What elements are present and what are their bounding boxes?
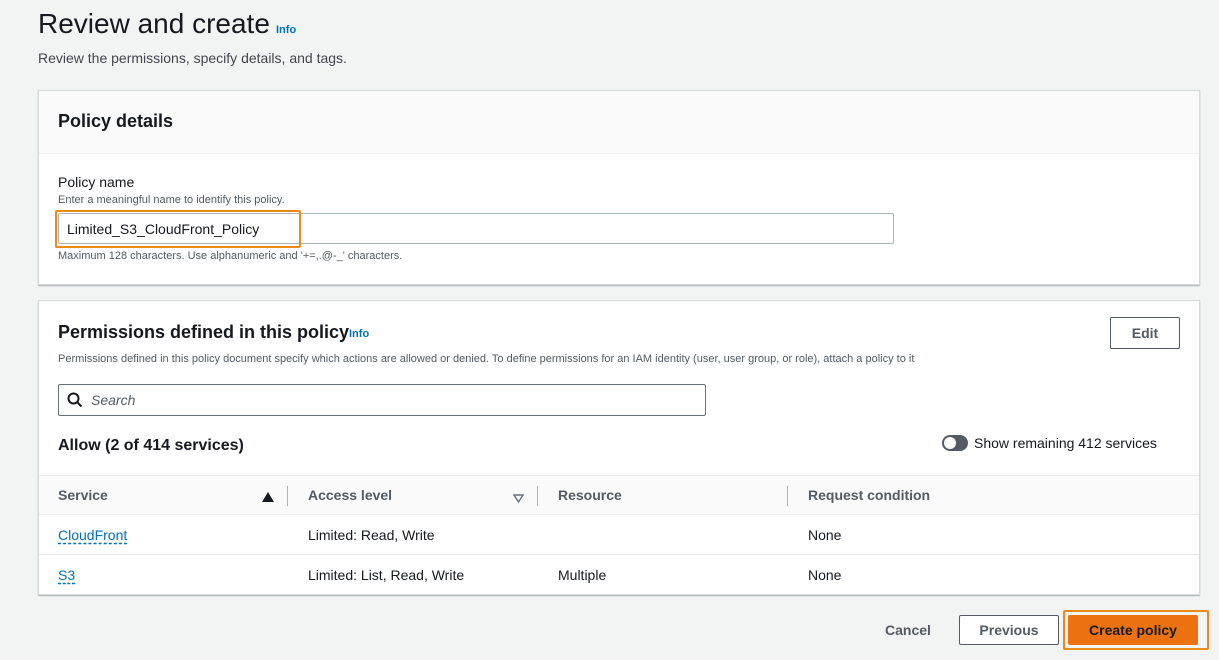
allow-heading: Allow (2 of 414 services) [58, 437, 244, 454]
policy-name-input[interactable] [58, 213, 894, 244]
show-remaining-toggle[interactable] [942, 435, 968, 451]
cancel-button[interactable]: Cancel [870, 615, 946, 645]
show-remaining-label: Show remaining 412 services [974, 435, 1157, 451]
create-policy-button[interactable]: Create policy [1068, 615, 1198, 645]
sort-ascending-icon[interactable] [262, 489, 274, 507]
policy-details-header: Policy details [39, 91, 1199, 154]
column-header-access-level[interactable]: Access level [308, 487, 392, 503]
column-header-service[interactable]: Service [58, 487, 108, 503]
service-link-cloudfront[interactable]: CloudFront [58, 527, 127, 543]
search-input[interactable] [91, 387, 691, 413]
show-remaining-toggle-group: Show remaining 412 services [942, 435, 1157, 451]
search-box [58, 384, 706, 416]
sort-icon[interactable] [512, 490, 525, 508]
policy-details-panel: Policy details Policy name Enter a meani… [38, 90, 1200, 285]
policy-details-title: Policy details [58, 111, 174, 131]
table-row: CloudFront Limited: Read, Write None [39, 515, 1199, 555]
search-icon [67, 392, 83, 408]
permissions-description: Permissions defined in this policy docum… [58, 353, 915, 365]
title-info-link[interactable]: Info [276, 24, 296, 36]
policy-name-constraint: Maximum 128 characters. Use alphanumeric… [58, 250, 403, 262]
table-header: Service Access level Resource Request co… [39, 475, 1199, 515]
permissions-panel: Permissions defined in this policy Info … [38, 300, 1200, 595]
permissions-title: Permissions defined in this policy [58, 322, 350, 342]
policy-name-description: Enter a meaningful name to identify this… [58, 194, 285, 206]
request-condition-cell: None [808, 527, 842, 543]
access-level-cell: Limited: List, Read, Write [308, 567, 465, 583]
page-description: Review the permissions, specify details,… [38, 50, 347, 66]
previous-button[interactable]: Previous [959, 615, 1059, 645]
column-header-resource[interactable]: Resource [558, 487, 622, 503]
table-row: S3 Limited: List, Read, Write Multiple N… [39, 555, 1199, 595]
column-header-request-condition[interactable]: Request condition [808, 487, 930, 503]
request-condition-cell: None [808, 567, 842, 583]
column-divider[interactable] [537, 486, 538, 506]
policy-name-label: Policy name [58, 174, 135, 190]
permissions-info-link[interactable]: Info [349, 328, 369, 340]
access-level-cell: Limited: Read, Write [308, 527, 435, 543]
column-divider[interactable] [787, 486, 788, 506]
page-title: Review and create [38, 8, 270, 39]
edit-button[interactable]: Edit [1110, 317, 1180, 349]
resource-cell: Multiple [558, 567, 607, 583]
column-divider[interactable] [287, 486, 288, 506]
service-link-s3[interactable]: S3 [58, 567, 75, 583]
